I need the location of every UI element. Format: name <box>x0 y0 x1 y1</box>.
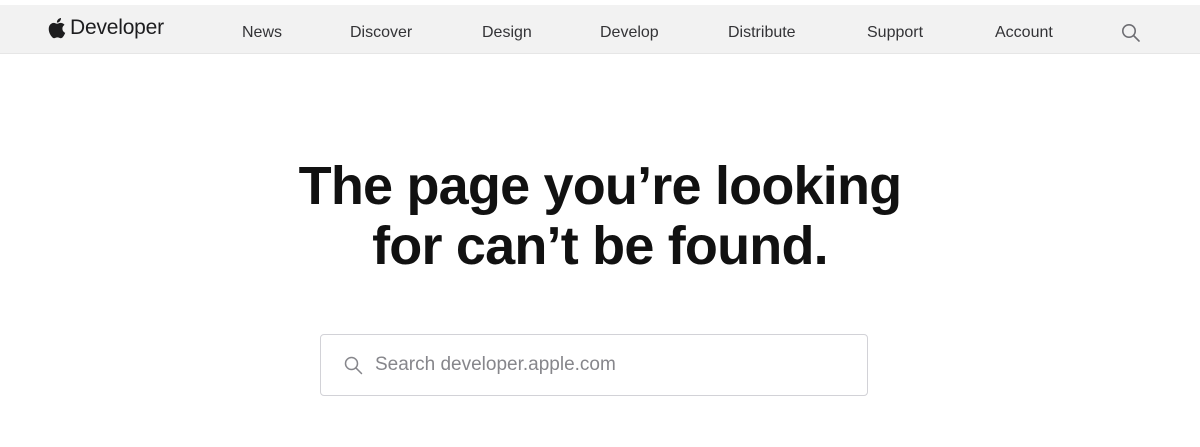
nav-item-news[interactable]: News <box>242 24 282 42</box>
page-title-line-1: The page you’re looking <box>298 156 902 216</box>
brand-label: Developer <box>70 16 164 39</box>
apple-logo-icon <box>46 16 66 40</box>
page-title: The page you’re looking for can’t be fou… <box>0 156 1200 276</box>
site-search-box[interactable] <box>320 334 868 396</box>
developer-home-link[interactable]: Developer <box>46 16 164 40</box>
nav-item-discover[interactable]: Discover <box>350 24 412 42</box>
global-nav: Developer News Discover Design Develop D… <box>0 5 1200 54</box>
nav-item-support[interactable]: Support <box>867 24 923 42</box>
nav-item-distribute[interactable]: Distribute <box>728 24 796 42</box>
search-input[interactable] <box>375 335 855 395</box>
search-icon[interactable] <box>1121 23 1141 43</box>
nav-item-develop[interactable]: Develop <box>600 24 659 42</box>
nav-item-design[interactable]: Design <box>482 24 532 42</box>
search-icon <box>344 356 363 375</box>
nav-item-account[interactable]: Account <box>995 24 1053 42</box>
page-title-line-2: for can’t be found. <box>372 216 829 276</box>
